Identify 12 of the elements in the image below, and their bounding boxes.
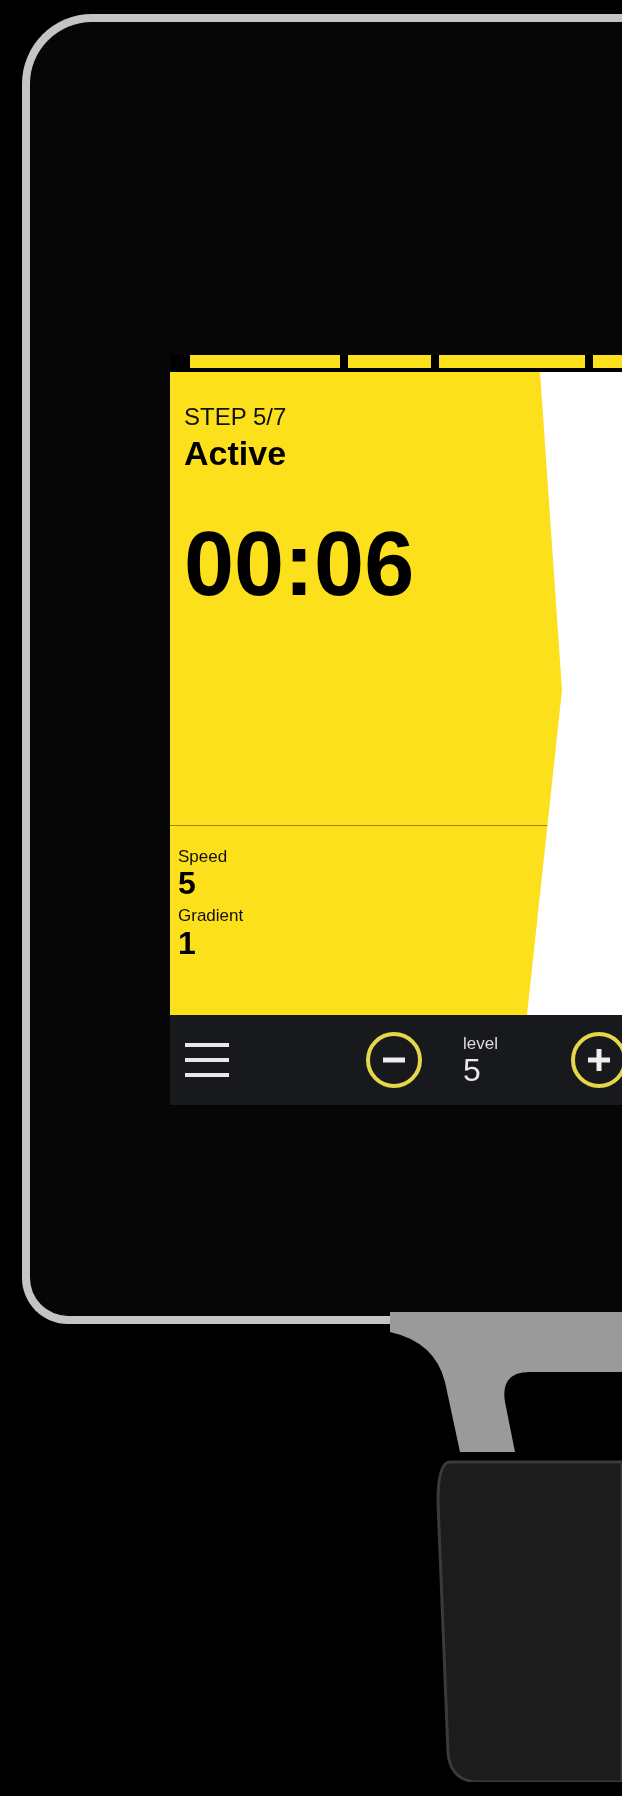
level-label: level (463, 1034, 498, 1052)
level-value: 5 (463, 1053, 481, 1086)
menu-icon[interactable] (183, 1040, 231, 1080)
phase-title: Active (184, 433, 287, 474)
metric-value: 1 (178, 926, 196, 959)
minus-button[interactable] (365, 1031, 423, 1089)
step-counter: STEP 5/7 (184, 402, 287, 432)
metric-value: 5 (178, 867, 196, 900)
metric-label: Gradient (178, 905, 244, 927)
metric-label: Speed (178, 846, 228, 868)
timer: 00:06 (184, 518, 415, 609)
plus-button[interactable] (569, 1031, 622, 1089)
